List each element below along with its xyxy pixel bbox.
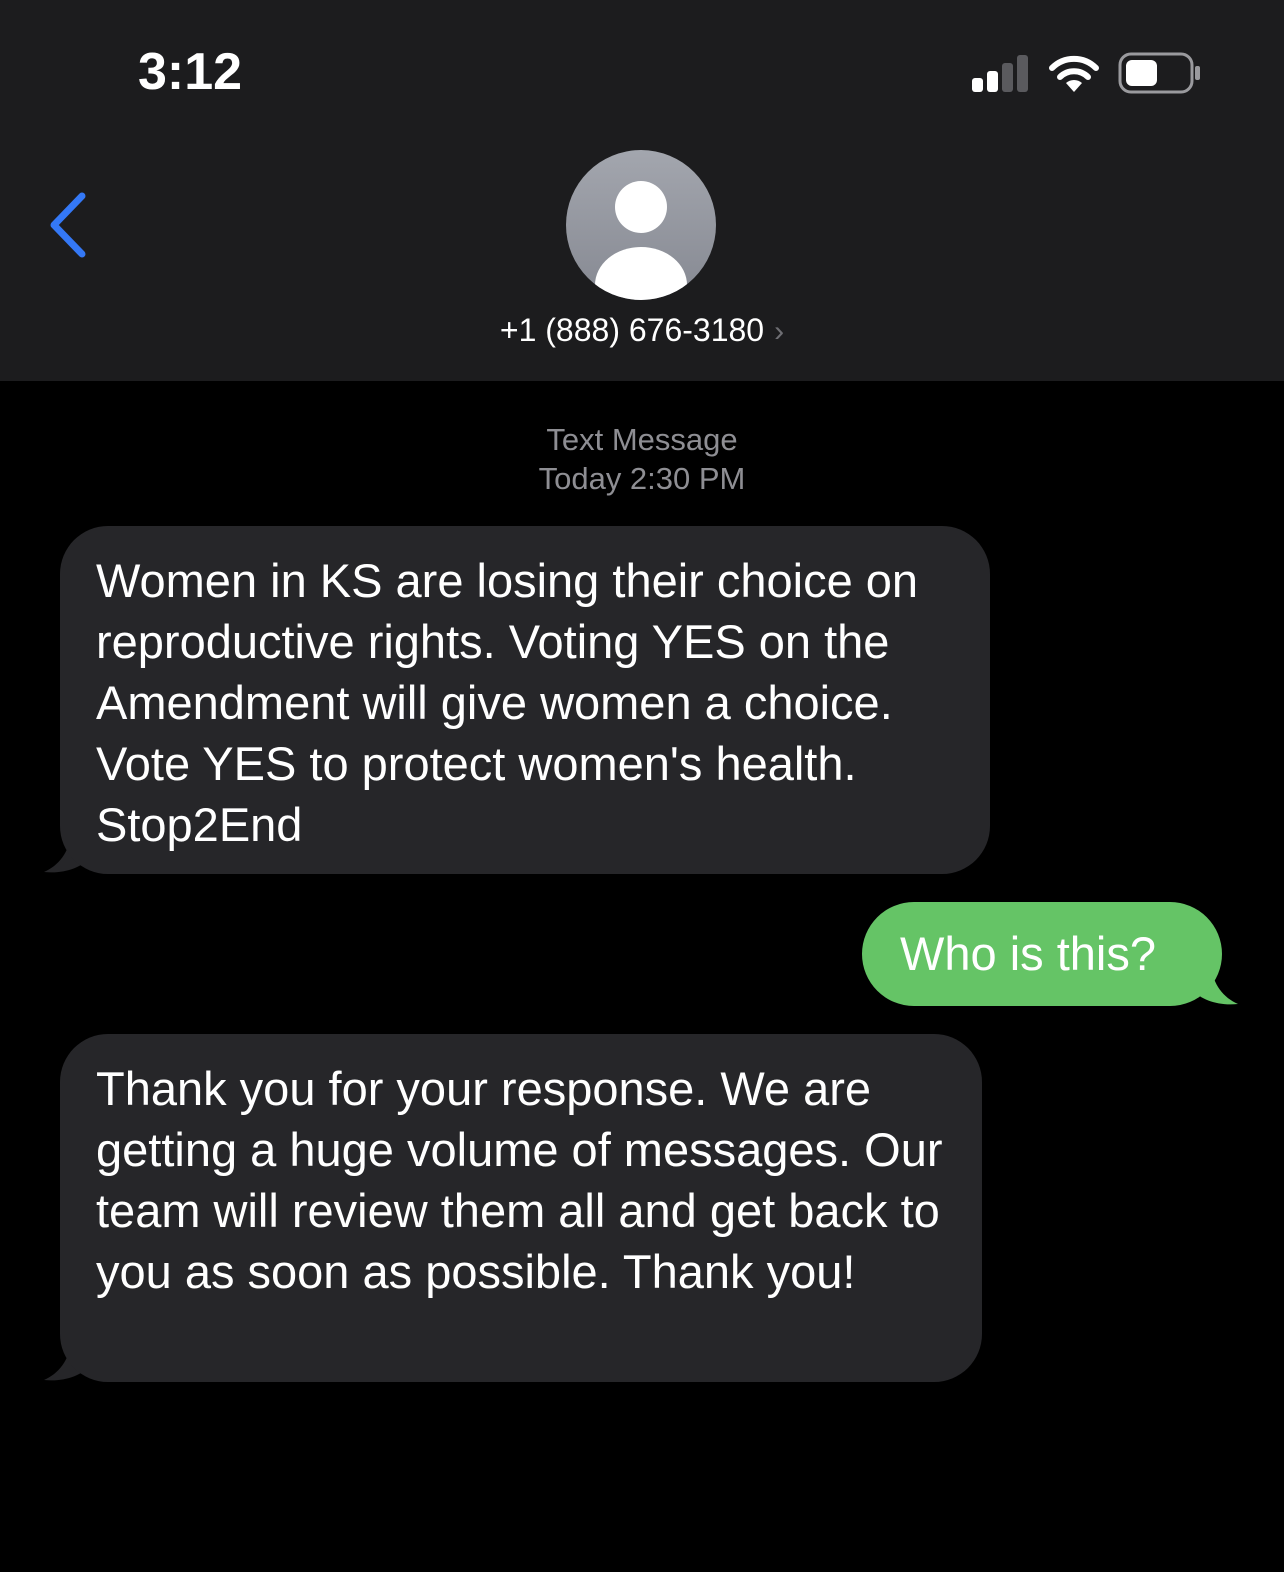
incoming-message-bubble[interactable]: Women in KS are losing their choice on r… xyxy=(60,526,990,874)
thread-timestamp: Text Message Today 2:30 PM xyxy=(0,420,1284,498)
contact-phone-number: +1 (888) 676-3180 xyxy=(499,312,765,348)
message-text: Women in KS are losing their choice on r… xyxy=(96,554,919,851)
message-text: Thank you for your response. We are gett… xyxy=(96,1062,943,1298)
message-text: Who is this? xyxy=(900,927,1156,980)
conversation-header: 3:12 +1 (888) 676-3180 › xyxy=(0,0,1284,381)
outgoing-message-bubble[interactable]: Who is this? xyxy=(862,902,1222,1006)
message-timestamp: Today 2:30 PM xyxy=(538,461,746,496)
message-type-label: Text Message xyxy=(546,422,738,457)
wifi-icon xyxy=(1049,55,1099,92)
status-bar-time: 3:12 xyxy=(138,43,243,101)
person-avatar-icon[interactable] xyxy=(566,150,716,300)
battery-icon xyxy=(1118,52,1200,94)
cellular-signal-icon xyxy=(972,54,1032,92)
incoming-message-bubble[interactable]: Thank you for your response. We are gett… xyxy=(60,1034,982,1382)
back-chevron-icon[interactable] xyxy=(44,190,94,260)
chevron-right-icon: › xyxy=(774,315,785,348)
contact-name-button[interactable]: +1 (888) 676-3180 › xyxy=(0,312,1284,349)
